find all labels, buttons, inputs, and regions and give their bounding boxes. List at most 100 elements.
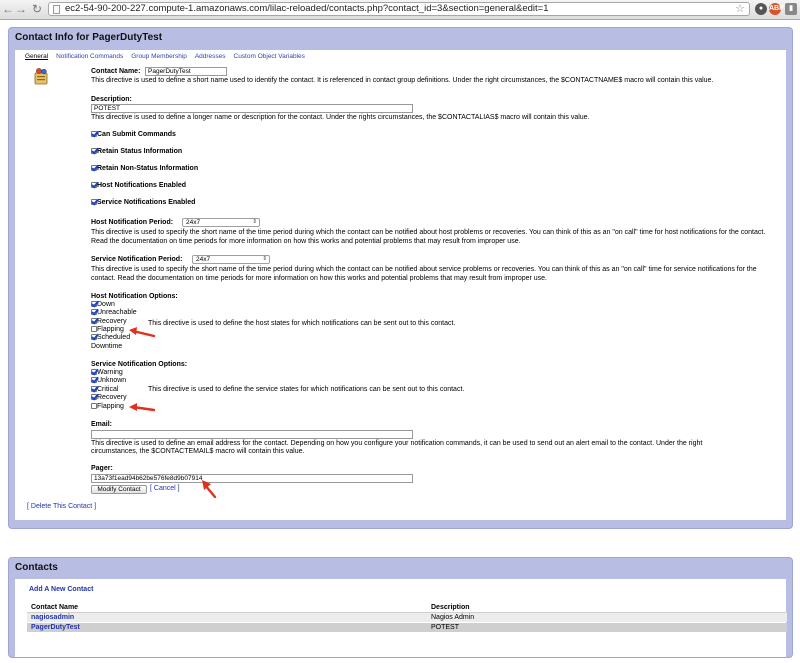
tab-general[interactable]: General	[25, 53, 48, 60]
host-option-downtime-label: Downtime	[91, 343, 123, 350]
tab-notification-commands[interactable]: Notification Commands	[56, 53, 123, 60]
service-period-select[interactable]: 24x7 ⇕	[192, 255, 270, 264]
service-flapping-checkbox[interactable]	[91, 403, 97, 410]
host-period-select[interactable]: 24x7 ⇕	[182, 218, 260, 227]
contact-description-cell: POTEST	[431, 624, 460, 631]
back-icon[interactable]: ←	[2, 2, 14, 16]
contact-name-cell[interactable]: nagiosadmin	[31, 613, 74, 622]
service-warning-checkbox[interactable]	[91, 369, 97, 376]
host-options-help: This directive is used to define the hos…	[148, 320, 456, 327]
description-help: This directive is used to define a longe…	[91, 114, 590, 121]
service-flapping-label: Flapping	[97, 403, 124, 410]
select-arrow-icon: ⇕	[252, 219, 257, 225]
tab-addresses[interactable]: Addresses	[195, 53, 226, 60]
table-row[interactable]: PagerDutyTest POTEST	[27, 623, 787, 632]
add-new-contact-link[interactable]: Add A New Contact	[29, 586, 93, 595]
reload-icon[interactable]: ↻	[31, 2, 43, 16]
host-options-label: Host Notification Options:	[91, 293, 178, 300]
contacts-title: Contacts	[15, 562, 58, 573]
host-period-value: 24x7	[186, 219, 201, 226]
host-unreachable-checkbox[interactable]	[91, 309, 97, 316]
host-recovery-checkbox[interactable]	[91, 318, 97, 325]
tab-custom-object-variables[interactable]: Custom Object Variables	[234, 53, 305, 60]
service-notifications-enabled-checkbox[interactable]	[91, 199, 97, 206]
column-header: Description	[431, 604, 470, 611]
section-tabs: General Notification Commands Group Memb…	[25, 53, 311, 60]
extension-icon[interactable]: ●	[755, 3, 767, 15]
retain-status-checkbox[interactable]	[91, 148, 97, 155]
bookmark-star-icon[interactable]: ☆	[735, 3, 745, 15]
extension-badge-icon[interactable]: ▮	[785, 3, 797, 15]
column-header: Contact Name	[31, 604, 79, 611]
email-input[interactable]	[91, 430, 413, 439]
host-scheduled-label: Scheduled	[97, 334, 131, 341]
service-options-help: This directive is used to define the ser…	[148, 386, 465, 393]
service-recovery-label: Recovery	[97, 394, 127, 401]
adblock-icon[interactable]: ABP	[769, 3, 784, 15]
annotation-arrow-icon	[202, 480, 217, 499]
email-label: Email:	[91, 421, 113, 428]
retain-nonstatus-label: Retain Non-Status Information	[97, 165, 199, 172]
url-text[interactable]: ec2-54-90-200-227.compute-1.amazonaws.co…	[65, 3, 548, 15]
annotation-arrow-icon	[129, 327, 156, 338]
host-notifications-enabled-row: Host Notifications Enabled	[91, 182, 186, 190]
page-icon	[53, 5, 60, 14]
description-label: Description:	[91, 96, 132, 103]
service-notifications-enabled-row: Service Notifications Enabled	[91, 199, 195, 207]
tab-group-membership[interactable]: Group Membership	[131, 53, 187, 60]
service-critical-checkbox[interactable]	[91, 386, 97, 393]
service-option-flapping: Flapping	[91, 403, 124, 411]
pager-input[interactable]: 13a73f1ead94b62be576fe8d9b07914	[91, 474, 413, 483]
retain-nonstatus-checkbox[interactable]	[91, 165, 97, 172]
service-warning-label: Warning	[97, 369, 123, 376]
table-row[interactable]: nagiosadmin Nagios Admin	[27, 612, 787, 622]
service-unknown-checkbox[interactable]	[91, 377, 97, 384]
host-period-label: Host Notification Period:	[91, 219, 174, 226]
service-options-label: Service Notification Options:	[91, 361, 188, 368]
host-down-checkbox[interactable]	[91, 301, 97, 308]
service-critical-label: Critical	[97, 386, 119, 393]
can-submit-commands-label: Can Submit Commands	[97, 131, 176, 138]
contact-description-cell: Nagios Admin	[431, 614, 475, 621]
host-period-help: This directive is used to specify the sh…	[91, 229, 766, 245]
contact-icon	[34, 68, 48, 85]
contact-info-panel: Contact Info for PagerDutyTest General N…	[8, 27, 793, 529]
contacts-list: Add A New Contact Contact Name Descripti…	[15, 579, 787, 657]
description-input[interactable]: POTEST	[91, 104, 413, 113]
service-recovery-checkbox[interactable]	[91, 394, 97, 401]
service-option-recovery: Recovery	[91, 394, 127, 402]
modify-contact-button[interactable]: Modify Contact	[91, 485, 147, 494]
address-bar[interactable]: ec2-54-90-200-227.compute-1.amazonaws.co…	[48, 2, 750, 16]
pager-label: Pager:	[91, 465, 113, 472]
service-notifications-enabled-label: Service Notifications Enabled	[97, 199, 196, 206]
contact-name-help: This directive is used to define a short…	[91, 77, 714, 84]
service-option-unknown: Unknown	[91, 377, 126, 385]
host-scheduled-checkbox[interactable]	[91, 334, 97, 341]
host-flapping-label: Flapping	[97, 326, 124, 333]
contact-name-input[interactable]: PagerDutyTest	[145, 67, 227, 76]
contact-form: General Notification Commands Group Memb…	[15, 50, 786, 520]
forward-icon[interactable]: →	[15, 2, 27, 16]
host-notifications-enabled-checkbox[interactable]	[91, 182, 97, 189]
can-submit-commands-checkbox[interactable]	[91, 131, 97, 138]
service-unknown-label: Unknown	[97, 377, 127, 384]
cancel-link[interactable]: [ Cancel ]	[150, 485, 180, 494]
service-period-help: This directive is used to specify the sh…	[91, 266, 757, 282]
delete-contact-link[interactable]: [ Delete This Contact ]	[27, 503, 96, 512]
host-notifications-enabled-label: Host Notifications Enabled	[97, 182, 187, 189]
table-header: Contact Name Description	[27, 603, 787, 612]
retain-nonstatus-row: Retain Non-Status Information	[91, 165, 198, 173]
select-arrow-icon: ⇕	[262, 256, 267, 262]
contact-name-label: Contact Name:	[91, 68, 141, 75]
host-option-unreachable: Unreachable	[91, 309, 137, 317]
contacts-panel: Contacts Add A New Contact Contact Name …	[8, 557, 793, 658]
service-period-value: 24x7	[196, 256, 211, 263]
host-recovery-label: Recovery	[97, 318, 127, 325]
host-option-recovery: Recovery	[91, 318, 127, 326]
host-down-label: Down	[97, 301, 115, 308]
browser-toolbar: ← → ↻ ec2-54-90-200-227.compute-1.amazon…	[0, 0, 800, 20]
annotation-arrow-icon	[129, 403, 156, 412]
contact-name-cell[interactable]: PagerDutyTest	[31, 623, 80, 632]
host-flapping-checkbox[interactable]	[91, 326, 97, 333]
email-help-line2: circumstances, the $CONTACTEMAIL$ macro …	[91, 448, 305, 455]
